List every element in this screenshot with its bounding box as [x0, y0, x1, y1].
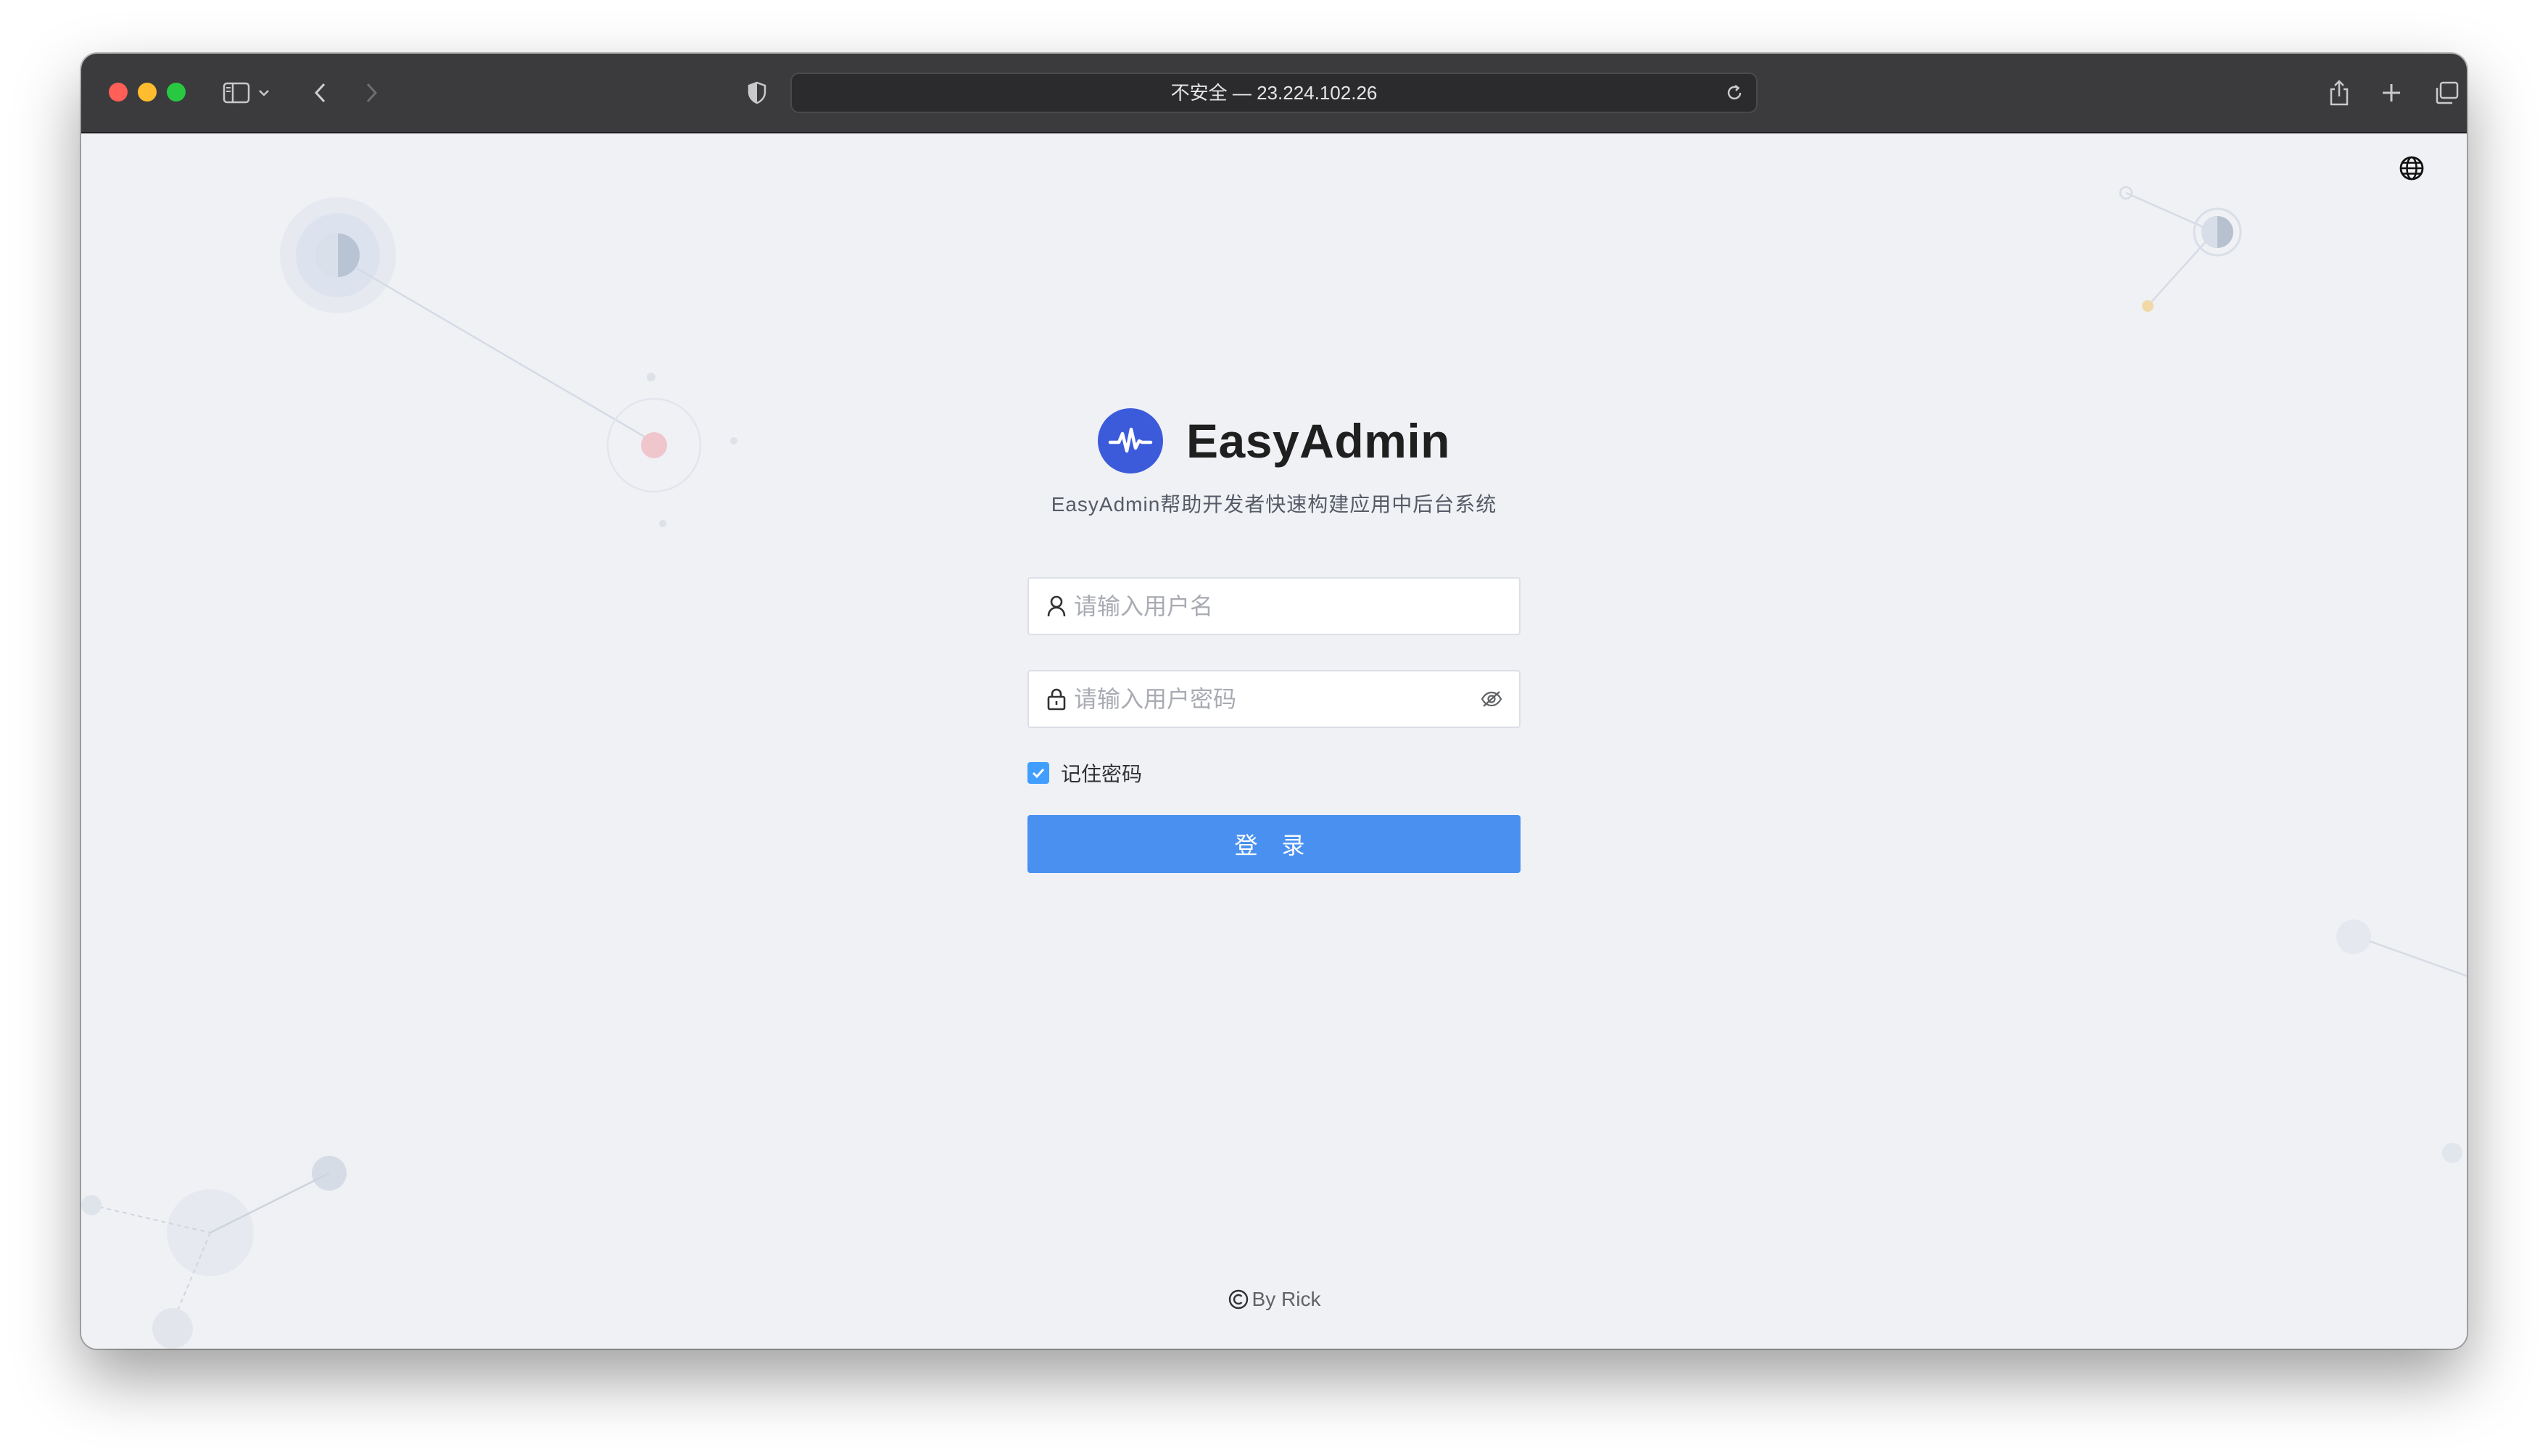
minimize-window-button[interactable] — [138, 83, 157, 102]
chevron-down-icon[interactable] — [249, 71, 278, 115]
password-field[interactable] — [1027, 670, 1521, 728]
login-page: EasyAdmin EasyAdmin帮助开发者快速构建应用中后台系统 请输入用… — [81, 133, 2467, 1349]
forward-icon[interactable] — [349, 71, 393, 115]
login-button[interactable]: 登 录 — [1027, 815, 1521, 873]
checkbox-checked[interactable] — [1027, 762, 1049, 784]
browser-toolbar: 不安全 — 23.224.102.26 — [81, 54, 2467, 133]
zoom-window-button[interactable] — [167, 83, 186, 102]
eye-off-icon[interactable] — [1478, 686, 1505, 712]
new-tab-icon[interactable] — [2370, 71, 2413, 115]
login-form: 记住密码 登 录 — [1027, 577, 1521, 873]
globe-icon — [2399, 156, 2424, 181]
brand: EasyAdmin — [81, 406, 2467, 476]
app-name: EasyAdmin — [1186, 414, 1450, 468]
browser-window: 不安全 — 23.224.102.26 EasyAdmin EasyAdmin帮… — [81, 54, 2467, 1349]
pulse-icon — [1108, 427, 1153, 453]
password-input[interactable] — [1074, 671, 1465, 727]
lock-icon — [1043, 686, 1070, 712]
copyright-icon — [1228, 1289, 1249, 1310]
tabs-overview-icon[interactable] — [2425, 71, 2467, 115]
remember-password-checkbox[interactable]: 记住密码 — [1027, 758, 1521, 787]
close-window-button[interactable] — [109, 83, 128, 102]
back-icon[interactable] — [299, 71, 342, 115]
shield-icon[interactable] — [735, 71, 779, 115]
language-switch-button[interactable] — [2394, 151, 2429, 186]
check-icon — [1032, 768, 1045, 779]
reload-icon[interactable] — [1721, 80, 1747, 106]
address-text: 不安全 — 23.224.102.26 — [1170, 82, 1378, 104]
username-input[interactable] — [1074, 579, 1465, 634]
footer-text: By Rick — [1252, 1288, 1321, 1310]
user-icon — [1043, 593, 1070, 619]
footer: By Rick — [81, 1288, 2467, 1311]
app-subtitle: EasyAdmin帮助开发者快速构建应用中后台系统 — [1051, 493, 1497, 516]
remember-password-label: 记住密码 — [1061, 763, 1143, 785]
app-logo — [1098, 408, 1164, 473]
share-icon[interactable] — [2317, 71, 2361, 115]
username-field[interactable] — [1027, 577, 1521, 635]
address-bar[interactable]: 不安全 — 23.224.102.26 — [790, 73, 1758, 113]
